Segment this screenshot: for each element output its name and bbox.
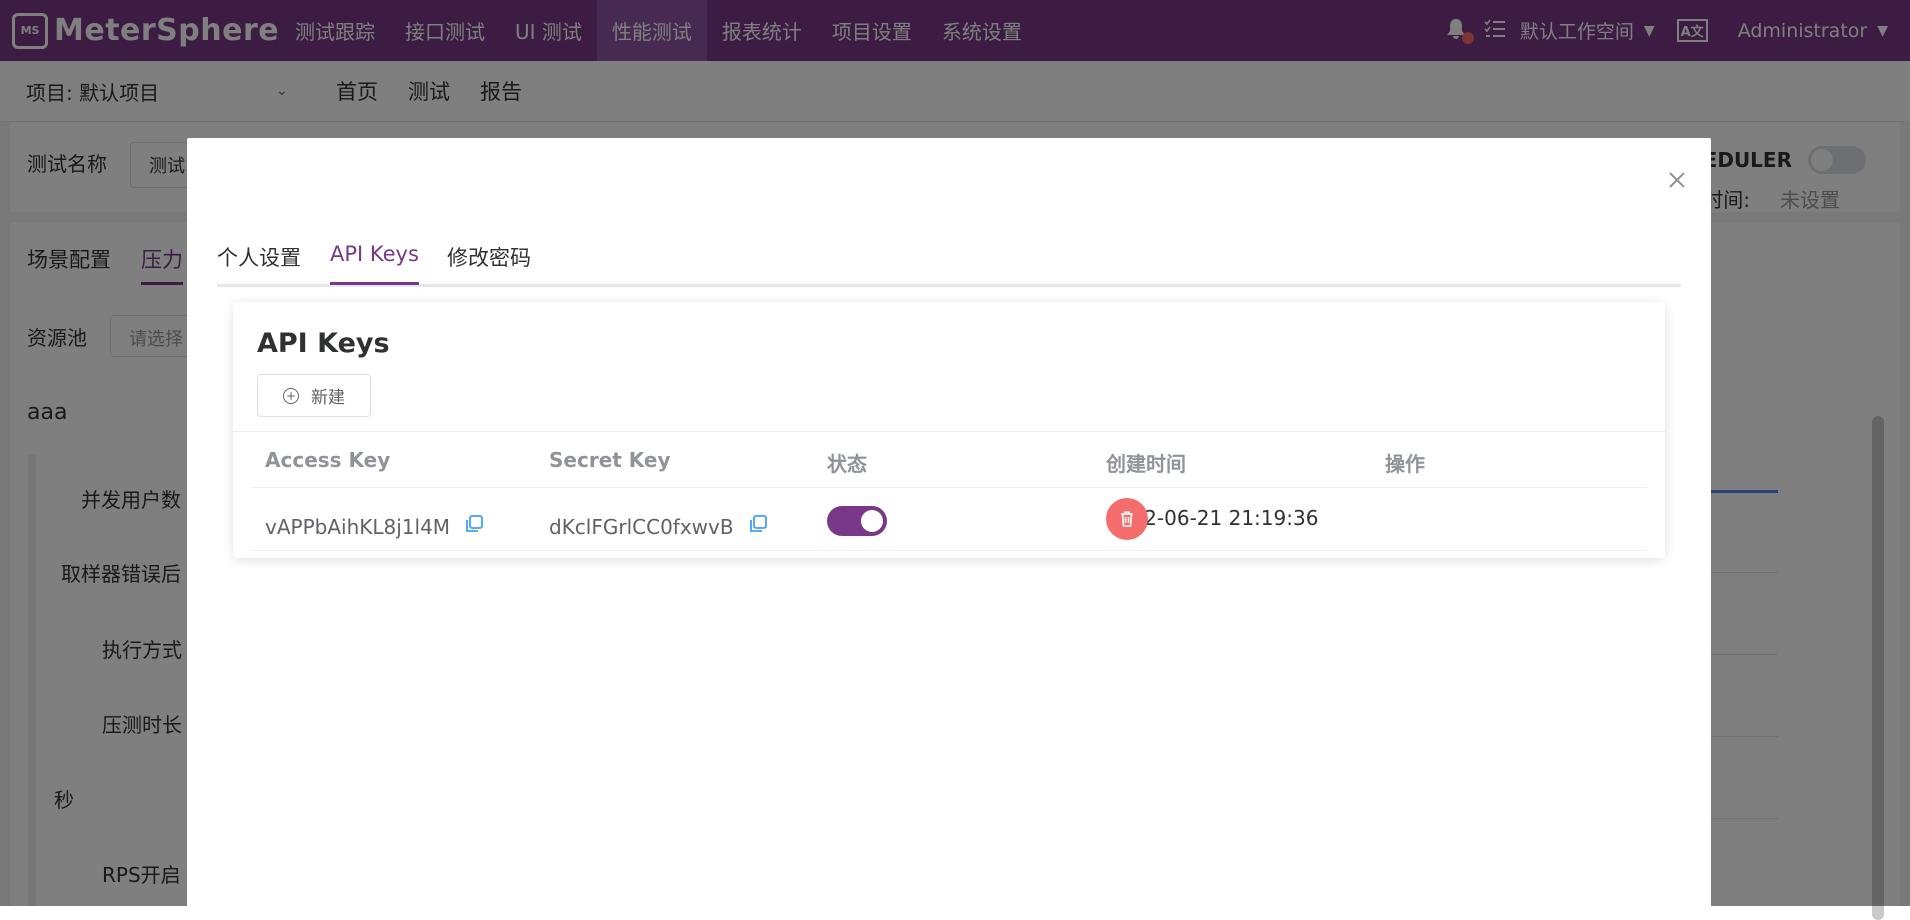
new-button-label: 新建: [311, 388, 345, 408]
column-created: 创建时间: [1106, 452, 1186, 476]
api-keys-panel: API Keys + 新建 Access Key Secret Key 状态 创…: [233, 302, 1665, 558]
secret-key-value: dKclFGrlCC0fxwvB: [549, 514, 734, 539]
status-toggle[interactable]: [827, 506, 887, 536]
column-status: 状态: [827, 452, 867, 476]
table-header: Access Key Secret Key 状态 创建时间 操作: [251, 432, 1647, 488]
column-access-key: Access Key: [265, 448, 391, 472]
access-key-cell: vAPPbAihKL8j1l4M: [265, 514, 484, 539]
settings-tabs: 个人设置 API Keys 修改密码: [217, 234, 1681, 287]
tab-change-password[interactable]: 修改密码: [447, 242, 531, 288]
column-secret-key: Secret Key: [549, 448, 671, 472]
panel-title: API Keys: [257, 328, 390, 359]
delete-button[interactable]: [1106, 498, 1148, 540]
plus-circle-icon: +: [283, 387, 299, 404]
column-actions: 操作: [1385, 452, 1425, 476]
close-icon[interactable]: [1665, 168, 1689, 192]
copy-icon[interactable]: [464, 514, 484, 539]
copy-icon[interactable]: [748, 514, 768, 539]
tab-personal-settings[interactable]: 个人设置: [217, 242, 301, 288]
user-settings-dialog: 个人设置 API Keys 修改密码 API Keys + 新建 Access …: [187, 138, 1711, 918]
table-row: vAPPbAihKL8j1l4M dKclFGrlCC0fxwvB 2022-0…: [251, 488, 1647, 551]
access-key-value: vAPPbAihKL8j1l4M: [265, 514, 451, 539]
tab-api-keys[interactable]: API Keys: [330, 242, 419, 285]
api-keys-table: Access Key Secret Key 状态 创建时间 操作 vAPPbAi…: [233, 431, 1665, 551]
trash-icon: [1121, 511, 1133, 527]
new-api-key-button[interactable]: + 新建: [257, 374, 371, 417]
secret-key-cell: dKclFGrlCC0fxwvB: [549, 514, 768, 539]
